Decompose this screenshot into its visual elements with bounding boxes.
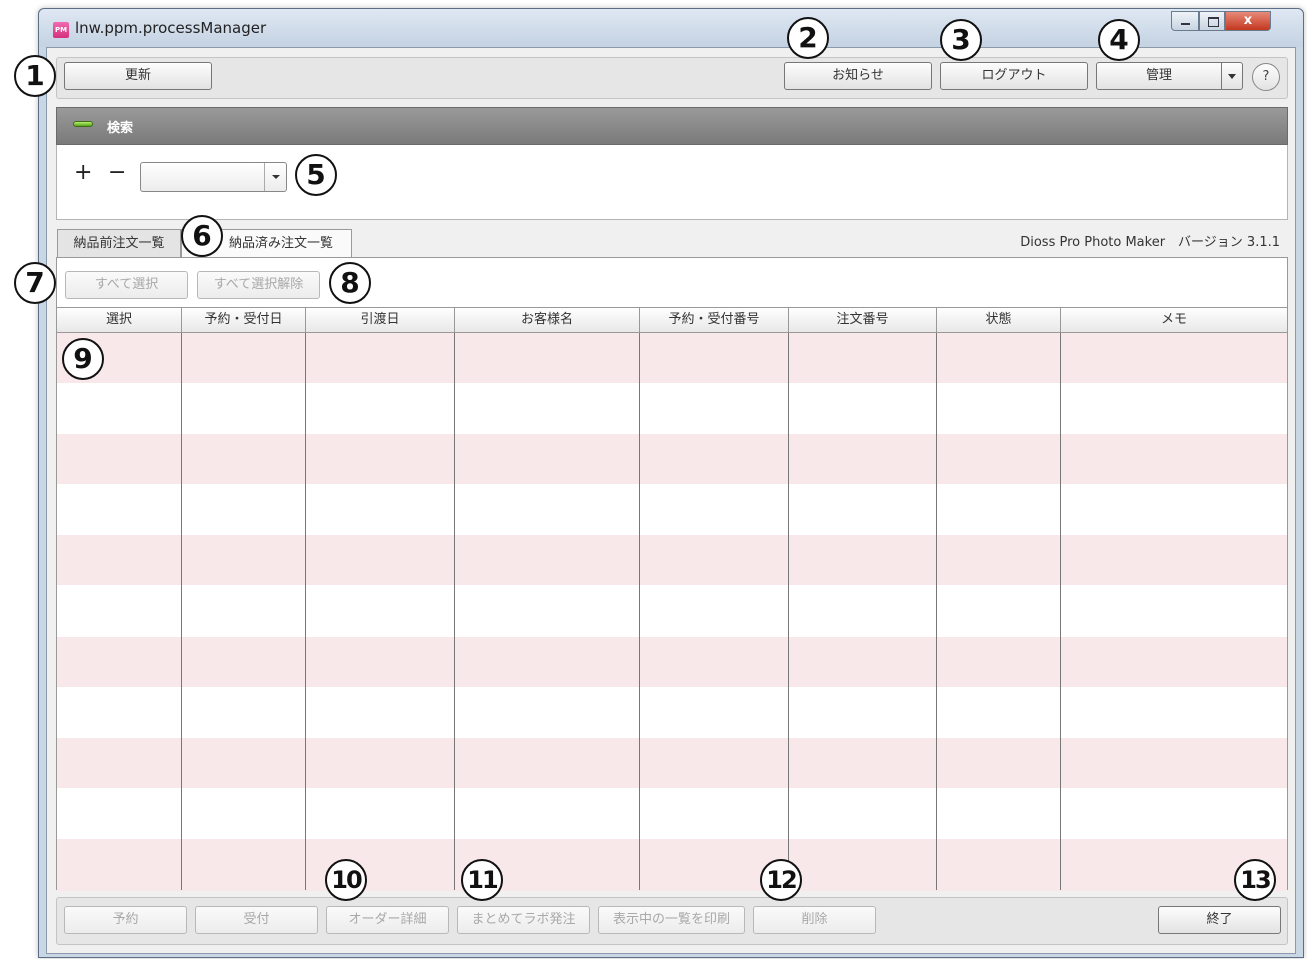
add-condition-button[interactable]: +: [74, 160, 92, 185]
order-table[interactable]: 選択 予約・受付日 引渡日 お客様名 予約・受付番号 注文番号 状態 メモ: [57, 307, 1287, 891]
callout-badge: 1: [14, 55, 56, 97]
status-led-icon: [73, 121, 93, 127]
column-divider: [936, 333, 937, 890]
delete-button[interactable]: 削除: [753, 906, 876, 934]
callout-badge: 2: [787, 17, 829, 59]
table-row[interactable]: [57, 687, 1287, 737]
column-divider: [1060, 333, 1061, 890]
search-panel-title: 検索: [107, 121, 134, 136]
callout-badge: 11: [461, 859, 503, 901]
select-all-button[interactable]: すべて選択: [65, 271, 188, 299]
column-header-reception-number[interactable]: 予約・受付番号: [640, 308, 789, 333]
tab-before-delivery[interactable]: 納品前注文一覧: [57, 229, 181, 257]
callout-badge: 3: [940, 19, 982, 61]
table-row[interactable]: [57, 789, 1287, 839]
column-header-memo[interactable]: メモ: [1061, 308, 1287, 333]
minimize-button[interactable]: [1171, 11, 1199, 31]
table-row[interactable]: [57, 839, 1287, 891]
logout-button[interactable]: ログアウト: [940, 62, 1088, 90]
callout-badge: 13: [1234, 859, 1276, 901]
table-row[interactable]: [57, 434, 1287, 484]
column-header-select[interactable]: 選択: [57, 308, 182, 333]
callout-badge: 5: [295, 154, 337, 196]
column-header-delivery-date[interactable]: 引渡日: [306, 308, 455, 333]
table-row[interactable]: [57, 484, 1287, 534]
column-header-customer-name[interactable]: お客様名: [455, 308, 640, 333]
app-icon: PM: [53, 22, 69, 38]
table-header: 選択 予約・受付日 引渡日 お客様名 予約・受付番号 注文番号 状態 メモ: [57, 308, 1287, 333]
column-divider: [639, 333, 640, 890]
help-icon[interactable]: ?: [1252, 63, 1280, 91]
callout-badge: 7: [14, 262, 56, 304]
column-header-order-number[interactable]: 注文番号: [789, 308, 937, 333]
refresh-button[interactable]: 更新: [64, 62, 212, 90]
deselect-all-button[interactable]: すべて選択解除: [197, 271, 320, 299]
order-detail-button[interactable]: オーダー詳細: [326, 906, 449, 934]
exit-button[interactable]: 終了: [1158, 906, 1281, 934]
accept-button[interactable]: 受付: [195, 906, 318, 934]
callout-badge: 10: [325, 859, 367, 901]
version-label: Dioss Pro Photo Maker バージョン 3.1.1: [1020, 235, 1280, 250]
admin-dropdown-arrow[interactable]: [1221, 62, 1243, 90]
window-title: lnw.ppm.processManager: [75, 19, 267, 37]
callout-badge: 4: [1098, 19, 1140, 61]
admin-button[interactable]: 管理: [1096, 62, 1222, 90]
close-window-button[interactable]: x: [1225, 11, 1271, 31]
bulk-lab-order-button[interactable]: まとめてラボ発注: [457, 906, 590, 934]
notice-button[interactable]: お知らせ: [784, 62, 932, 90]
callout-badge: 12: [760, 859, 802, 901]
print-list-button[interactable]: 表示中の一覧を印刷: [598, 906, 745, 934]
search-panel-header[interactable]: 検索: [56, 107, 1288, 145]
chevron-down-icon[interactable]: [264, 163, 286, 191]
callout-badge: 6: [181, 215, 223, 257]
reserve-button[interactable]: 予約: [64, 906, 187, 934]
table-row[interactable]: [57, 637, 1287, 687]
search-condition-select[interactable]: [140, 162, 287, 192]
table-row[interactable]: [57, 738, 1287, 788]
maximize-button[interactable]: [1199, 11, 1225, 31]
table-row[interactable]: [57, 333, 1287, 383]
table-row[interactable]: [57, 586, 1287, 636]
column-divider: [181, 333, 182, 890]
column-header-reception-date[interactable]: 予約・受付日: [182, 308, 306, 333]
column-header-status[interactable]: 状態: [937, 308, 1061, 333]
column-divider: [305, 333, 306, 890]
column-divider: [788, 333, 789, 890]
table-row[interactable]: [57, 535, 1287, 585]
callout-badge: 8: [329, 262, 371, 304]
callout-badge: 9: [62, 338, 104, 380]
remove-condition-button[interactable]: −: [108, 160, 126, 185]
column-divider: [454, 333, 455, 890]
table-row[interactable]: [57, 383, 1287, 433]
